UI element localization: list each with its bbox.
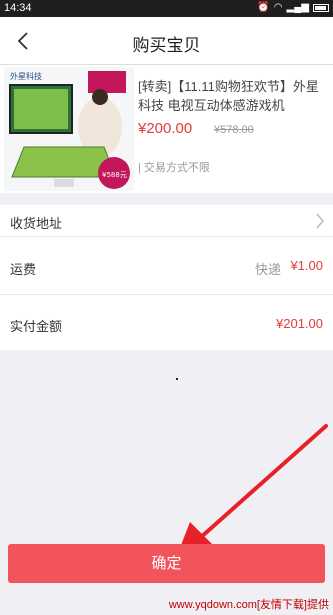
product-name: [转卖]【11.11购物狂欢节】外星科技 电视互动体感游戏机: [138, 79, 319, 113]
product-brand-text: 外星科技: [10, 71, 42, 81]
chevron-right-icon: [316, 213, 324, 229]
total-label: 实付金额: [10, 319, 63, 334]
shipping-method: 快递: [254, 262, 281, 277]
total-row: 实付金额 ¥201.00: [0, 294, 333, 350]
address-label: 收货地址: [10, 216, 63, 231]
status-time: 14:34: [4, 2, 32, 14]
confirm-button[interactable]: 确定: [8, 544, 325, 583]
product-card[interactable]: 外星科技 ¥588元 [转卖]【11.11购物狂欢节】外星科技 电视互动体感游戏…: [0, 65, 333, 193]
total-value: ¥201.00: [276, 316, 323, 331]
stray-dot: [176, 378, 178, 380]
status-icons: ⏰ ◠ ▂▄▆: [257, 2, 329, 13]
status-bar: 14:34 ⏰ ◠ ▂▄▆: [0, 0, 333, 17]
product-original-price: ¥578.00: [214, 124, 254, 136]
signal-icon: ▂▄▆: [286, 2, 309, 13]
page-title: 购买宝贝: [132, 36, 201, 55]
shipping-label: 运费: [10, 262, 37, 277]
product-thumbnail[interactable]: 外星科技 ¥588元: [4, 67, 134, 191]
shipping-row: 运费 快递 ¥1.00: [0, 237, 333, 294]
product-price: ¥200.00: [138, 120, 193, 137]
shipping-value: ¥1.00: [290, 258, 323, 273]
title-bar: 购买宝贝: [0, 17, 333, 65]
product-badge-price: ¥588元: [102, 171, 127, 179]
trade-method-note: | 交易方式不限: [138, 162, 210, 174]
battery-icon: [313, 3, 329, 12]
address-row[interactable]: 收货地址: [0, 205, 333, 237]
watermark-text: www.yqdown.com[友情下载]提供: [168, 599, 329, 611]
wifi-icon: ◠: [273, 2, 283, 13]
alarm-icon: ⏰: [257, 2, 270, 13]
